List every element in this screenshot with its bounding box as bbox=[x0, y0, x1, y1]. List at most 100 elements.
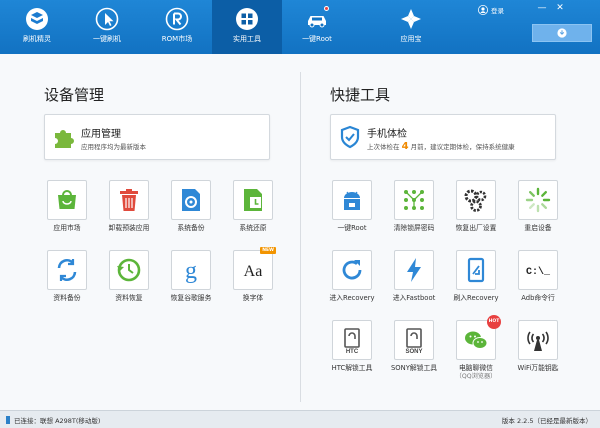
tool-htc-unlock[interactable]: HTC HTC解锁工具 bbox=[321, 320, 383, 380]
section-divider bbox=[300, 72, 301, 402]
svg-text:C:\_: C:\_ bbox=[526, 266, 551, 278]
market-icon bbox=[58, 190, 76, 209]
toolbox-grid-icon bbox=[236, 8, 258, 30]
checkup-text-pre: 上次体检在 bbox=[367, 143, 400, 151]
device-management-title: 设备管理 bbox=[44, 86, 105, 104]
main-panel: 设备管理 应用管理 应用程序均为最新版本 快捷工具 手机体检 上次体检在 4 月… bbox=[0, 54, 600, 410]
tool-label: 刷入Recovery bbox=[453, 294, 499, 302]
nav-label: 实用工具 bbox=[233, 35, 261, 43]
tool-label: 一键Root bbox=[337, 224, 367, 232]
tool-restore-google-services[interactable]: g 恢复谷歌服务 bbox=[160, 250, 222, 310]
tool-system-backup[interactable]: 系统备份 bbox=[160, 180, 222, 240]
sony-icon: SONY bbox=[405, 328, 423, 354]
tool-wechat-on-pc[interactable]: HOT 电脑聊微信 （QQ浏览器） bbox=[445, 315, 507, 380]
tool-sony-unlock[interactable]: SONY SONY解锁工具 bbox=[383, 320, 445, 380]
download-icon bbox=[557, 28, 567, 38]
app-management-title: 应用管理 bbox=[81, 129, 121, 140]
close-button[interactable]: ✕ bbox=[551, 2, 569, 14]
new-badge: NEW bbox=[260, 247, 276, 254]
data-backup-icon bbox=[57, 259, 77, 281]
top-bar: 刷机精灵 一键刷机 ROM市场 实用工具 一键Root 应用宝 登录 — ✕ bbox=[0, 0, 600, 54]
window-controls: — ✕ bbox=[533, 2, 569, 14]
tool-clear-lock-password[interactable]: 清除锁屏密码 bbox=[383, 180, 445, 240]
wifi-key-icon bbox=[527, 331, 549, 351]
nav-label: 应用宝 bbox=[400, 35, 422, 43]
nav-tab-utilities[interactable]: 实用工具 bbox=[212, 0, 282, 54]
tool-uninstall-preinstalled[interactable]: 卸载预装应用 bbox=[98, 180, 160, 240]
lightning-icon bbox=[407, 258, 421, 282]
tool-label: 应用市场 bbox=[53, 224, 81, 232]
tool-system-restore[interactable]: 系统还原 bbox=[222, 180, 284, 240]
trash-icon bbox=[120, 189, 138, 211]
android-root-icon bbox=[344, 191, 360, 210]
google-icon: g bbox=[185, 258, 197, 284]
tool-app-market[interactable]: 应用市场 bbox=[36, 180, 98, 240]
version-info: 版本 2.2.5（已经是最新版本） bbox=[501, 417, 592, 425]
app-management-card[interactable]: 应用管理 应用程序均为最新版本 bbox=[44, 114, 270, 160]
phone-checkup-title: 手机体检 bbox=[367, 129, 407, 140]
shield-logo-icon bbox=[26, 8, 48, 30]
quick-tools-title: 快捷工具 bbox=[330, 86, 391, 104]
tool-adb-shell[interactable]: C:\_ Adb命令行 bbox=[507, 250, 569, 310]
tool-label: 重启设备 bbox=[524, 224, 552, 232]
tool-enter-recovery[interactable]: 进入Recovery bbox=[321, 250, 383, 310]
tool-label: 恢复谷歌服务 bbox=[170, 294, 212, 302]
wechat-icon bbox=[465, 331, 488, 349]
refresh-arrow-icon bbox=[342, 260, 362, 280]
tool-label: WiFi万能钥匙 bbox=[517, 364, 559, 372]
tool-label: Adb命令行 bbox=[521, 294, 555, 302]
puzzle-icon bbox=[55, 130, 74, 148]
phone-flash-icon bbox=[467, 257, 485, 283]
rom-r-icon bbox=[165, 7, 189, 31]
connection-indicator-icon bbox=[6, 416, 10, 424]
login-link[interactable]: 登录 bbox=[478, 3, 504, 17]
tool-label: 进入Fastboot bbox=[392, 294, 436, 302]
status-bar: 已连接：联想 A298T(移动版) 版本 2.2.5（已经是最新版本） bbox=[0, 410, 600, 428]
tool-label: 电脑聊微信 bbox=[459, 364, 493, 372]
tool-label: 恢复出厂设置 bbox=[455, 224, 497, 232]
tool-change-font[interactable]: Aa NEW 换字体 bbox=[222, 247, 284, 310]
nav-tab-one-click-root[interactable]: 一键Root bbox=[282, 0, 352, 54]
nav-label: ROM市场 bbox=[161, 35, 193, 43]
tool-data-restore[interactable]: 资料恢复 bbox=[98, 250, 160, 310]
pattern-lock-icon bbox=[404, 190, 424, 210]
tool-one-click-root[interactable]: 一键Root bbox=[321, 180, 383, 240]
tool-data-backup[interactable]: 资料备份 bbox=[36, 250, 98, 310]
tool-label: 资料恢复 bbox=[115, 294, 143, 302]
yingyongbao-icon bbox=[401, 9, 421, 29]
nav-label: 刷机精灵 bbox=[23, 35, 51, 43]
tool-label: 系统还原 bbox=[239, 224, 267, 232]
tool-factory-reset[interactable]: 恢复出厂设置 bbox=[445, 180, 507, 240]
minimize-button[interactable]: — bbox=[533, 2, 551, 14]
tool-wifi-master-key[interactable]: WiFi万能钥匙 bbox=[507, 320, 569, 380]
htc-icon: HTC bbox=[344, 328, 360, 354]
svg-text:SONY: SONY bbox=[405, 349, 422, 354]
tool-enter-fastboot[interactable]: 进入Fastboot bbox=[383, 250, 445, 310]
nav-label: 一键Root bbox=[302, 35, 332, 43]
phone-checkup-subtitle: 上次体检在 4 月前，建议定期体检，保持系统健康 bbox=[367, 141, 515, 152]
hot-badge: HOT bbox=[487, 315, 501, 329]
svg-text:Aa: Aa bbox=[244, 263, 263, 280]
tool-sublabel: （QQ浏览器） bbox=[455, 373, 497, 380]
font-icon: Aa bbox=[244, 263, 263, 280]
svg-text:HTC: HTC bbox=[346, 349, 359, 354]
system-restore-icon bbox=[244, 189, 262, 211]
nav-label: 一键刷机 bbox=[93, 35, 121, 43]
phone-checkup-card[interactable]: 手机体检 上次体检在 4 月前，建议定期体检，保持系统健康 bbox=[330, 114, 556, 160]
nav-tab-rom-market[interactable]: ROM市场 bbox=[142, 0, 212, 54]
tool-label: 资料备份 bbox=[53, 294, 81, 302]
tool-label: 系统备份 bbox=[177, 224, 205, 232]
tool-reboot-device[interactable]: 重启设备 bbox=[507, 180, 569, 240]
tool-label: 进入Recovery bbox=[329, 294, 375, 302]
nav-tab-flash-genius[interactable]: 刷机精灵 bbox=[2, 0, 72, 54]
download-manager-button[interactable] bbox=[532, 24, 592, 42]
user-icon bbox=[478, 5, 488, 15]
tool-flash-recovery[interactable]: 刷入Recovery bbox=[445, 250, 507, 310]
svg-text:g: g bbox=[185, 258, 197, 284]
shield-check-icon bbox=[340, 125, 360, 149]
terminal-icon: C:\_ bbox=[526, 266, 551, 278]
tool-label: 卸载预装应用 bbox=[108, 224, 150, 232]
nav-tab-one-click-flash[interactable]: 一键刷机 bbox=[72, 0, 142, 54]
nav-tab-app-store[interactable]: 应用宝 bbox=[376, 0, 446, 54]
tool-label: SONY解锁工具 bbox=[390, 364, 438, 372]
